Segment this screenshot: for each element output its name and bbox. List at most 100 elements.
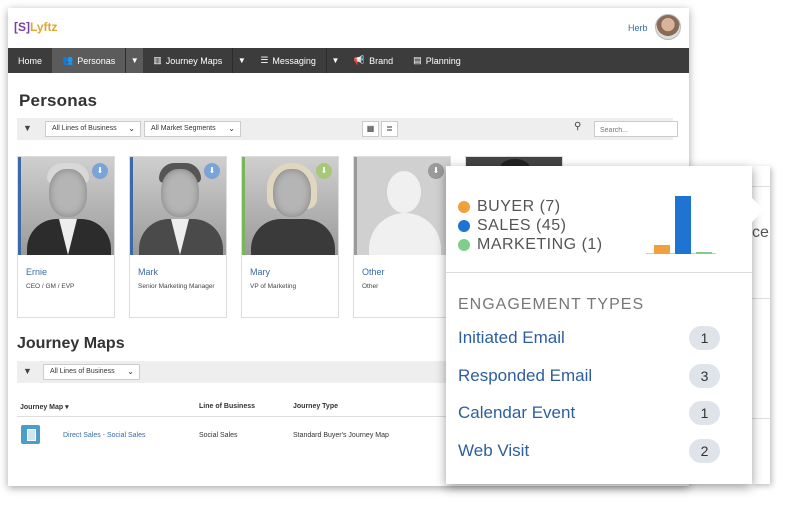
user-name[interactable]: Herb bbox=[628, 23, 648, 33]
nav-messaging[interactable]: ☰ Messaging bbox=[250, 48, 326, 73]
download-icon[interactable]: ⬇ bbox=[92, 163, 108, 179]
persona-card-ernie[interactable]: ⬇ Ernie CEO / GM / EVP bbox=[17, 156, 115, 318]
nav-journey-maps-label: Journey Maps bbox=[165, 55, 223, 66]
engagement-row-initiated-email[interactable]: Initiated Email 1 bbox=[458, 326, 720, 350]
logo-text: Lyftz bbox=[30, 20, 58, 34]
persona-popover: BUYER (7) SALES (45) MARKETING (1) ENGAG… bbox=[446, 166, 752, 484]
nav-brand[interactable]: 📢 Brand bbox=[344, 48, 403, 73]
nav-planning[interactable]: ▤ Planning bbox=[403, 48, 471, 73]
journey-map-icon bbox=[21, 425, 40, 444]
silhouette-head bbox=[387, 171, 421, 213]
persona-photo: ⬇ bbox=[354, 157, 450, 255]
legend-dot bbox=[458, 220, 470, 232]
legend-label: MARKETING (1) bbox=[477, 236, 603, 253]
mini-chart-bar bbox=[696, 252, 712, 254]
engagement-label[interactable]: Initiated Email bbox=[458, 328, 565, 348]
avatar[interactable] bbox=[655, 14, 681, 40]
persona-name[interactable]: Mary bbox=[250, 267, 270, 277]
nav-home-label: Home bbox=[18, 55, 43, 66]
chevron-down-icon: ⌄ bbox=[127, 367, 134, 376]
personas-title: Personas bbox=[19, 91, 98, 110]
nav-personas-caret[interactable]: ▼ bbox=[125, 48, 144, 73]
list-icon: ≣ bbox=[386, 124, 393, 133]
persona-name[interactable]: Ernie bbox=[26, 267, 47, 277]
face-shape bbox=[273, 169, 311, 217]
column-header-journey-type[interactable]: Journey Type bbox=[293, 403, 338, 410]
journey-business-filter-select[interactable]: All Lines of Business ⌄ bbox=[43, 364, 140, 380]
list-view-button[interactable]: ≣ bbox=[381, 121, 398, 137]
persona-name[interactable]: Other bbox=[362, 267, 385, 277]
journey-map-business: Social Sales bbox=[199, 432, 238, 439]
business-filter-select[interactable]: All Lines of Business ⌄ bbox=[45, 121, 141, 137]
nav-brand-label: Brand bbox=[369, 55, 394, 66]
legend-marketing: MARKETING (1) bbox=[458, 236, 603, 254]
nav-messaging-label: Messaging bbox=[272, 55, 316, 66]
legend-dot bbox=[458, 201, 470, 213]
engagement-types-title: ENGAGEMENT TYPES bbox=[458, 296, 645, 313]
divider bbox=[752, 298, 770, 299]
caret-down-icon: ▼ bbox=[331, 56, 340, 65]
segments-filter-select[interactable]: All Market Segments ⌄ bbox=[144, 121, 241, 137]
engagement-row-responded-email[interactable]: Responded Email 3 bbox=[458, 364, 720, 388]
personas-filter-bar: ▼ All Lines of Business ⌄ All Market Segm… bbox=[17, 118, 678, 140]
persona-name[interactable]: Mark bbox=[138, 267, 158, 277]
mini-chart-bar bbox=[675, 196, 691, 254]
bullhorn-icon: 📢 bbox=[353, 55, 366, 65]
document-icon: ▤ bbox=[413, 55, 422, 65]
popover-arrow bbox=[752, 198, 764, 222]
engagement-count-badge: 2 bbox=[689, 439, 720, 463]
column-header-line-of-business[interactable]: Line of Business bbox=[199, 403, 255, 410]
legend-label: SALES (45) bbox=[477, 217, 567, 234]
journey-filter-bar: ▼ All Lines of Business ⌄ bbox=[17, 361, 447, 383]
download-icon[interactable]: ⬇ bbox=[204, 163, 220, 179]
engagement-label[interactable]: Responded Email bbox=[458, 366, 592, 386]
nav-journey-maps-caret[interactable]: ▼ bbox=[232, 48, 250, 73]
nav-messaging-caret[interactable]: ▼ bbox=[325, 48, 344, 73]
popover-summary: BUYER (7) SALES (45) MARKETING (1) bbox=[446, 166, 752, 273]
journey-map-link[interactable]: Direct Sales - Social Sales bbox=[63, 432, 145, 439]
nav-planning-label: Planning bbox=[425, 55, 461, 66]
filter-icon: ▼ bbox=[23, 366, 32, 376]
caret-down-icon: ▼ bbox=[237, 56, 246, 65]
persona-photo: ⬇ bbox=[18, 157, 114, 255]
legend-label: BUYER (7) bbox=[477, 198, 561, 215]
engagement-label[interactable]: Calendar Event bbox=[458, 403, 575, 423]
business-filter-value: All Lines of Business bbox=[52, 125, 117, 132]
column-header-journey-map[interactable]: Journey Map ▾ bbox=[20, 403, 69, 411]
search-icon: ⚲ bbox=[574, 121, 582, 132]
mini-chart-bar bbox=[654, 245, 670, 254]
persona-role: Senior Marketing Manager bbox=[138, 283, 215, 290]
table-header-divider bbox=[17, 416, 447, 417]
face-shape bbox=[161, 169, 199, 217]
persona-photo: ⬇ bbox=[242, 157, 338, 255]
download-icon[interactable]: ⬇ bbox=[428, 163, 444, 179]
grid-view-button[interactable]: ▦ bbox=[362, 121, 379, 137]
app-logo[interactable]: [S]Lyftz bbox=[14, 20, 58, 34]
search-input[interactable] bbox=[594, 121, 678, 137]
map-icon: ▥ bbox=[153, 55, 162, 65]
journey-business-filter-value: All Lines of Business bbox=[50, 368, 115, 375]
legend-buyer: BUYER (7) bbox=[458, 198, 561, 216]
engagement-row-web-visit[interactable]: Web Visit 2 bbox=[458, 439, 720, 463]
nav-personas[interactable]: 👥 Personas bbox=[52, 48, 126, 73]
engagement-count-badge: 1 bbox=[689, 401, 720, 425]
grid-icon: ▦ bbox=[366, 124, 375, 133]
persona-mini-bar-chart bbox=[646, 188, 716, 254]
nav-bar: Home 👥 Personas ▼ ▥ Journey Maps ▼ ☰ Messag… bbox=[8, 48, 689, 73]
engagement-label[interactable]: Web Visit bbox=[458, 441, 529, 461]
persona-card-mark[interactable]: ⬇ Mark Senior Marketing Manager bbox=[129, 156, 227, 318]
nav-home[interactable]: Home bbox=[8, 48, 52, 73]
journey-map-type: Standard Buyer's Journey Map bbox=[293, 432, 389, 439]
chevron-down-icon: ⌄ bbox=[228, 124, 235, 133]
nav-personas-label: Personas bbox=[77, 55, 116, 66]
nav-journey-maps[interactable]: ▥ Journey Maps bbox=[143, 48, 232, 73]
face-shape bbox=[49, 169, 87, 217]
screenshot-stage: [S]Lyftz Herb Home 👥 Personas ▼ ▥ Journey … bbox=[0, 0, 799, 527]
persona-card-mary[interactable]: ⬇ Mary VP of Marketing bbox=[241, 156, 339, 318]
persona-card-other[interactable]: ⬇ Other Other bbox=[353, 156, 451, 318]
legend-sales: SALES (45) bbox=[458, 217, 566, 235]
download-icon[interactable]: ⬇ bbox=[316, 163, 332, 179]
engagement-count-badge: 3 bbox=[689, 364, 720, 388]
engagement-row-calendar-event[interactable]: Calendar Event 1 bbox=[458, 401, 720, 425]
persona-role: Other bbox=[362, 283, 379, 290]
